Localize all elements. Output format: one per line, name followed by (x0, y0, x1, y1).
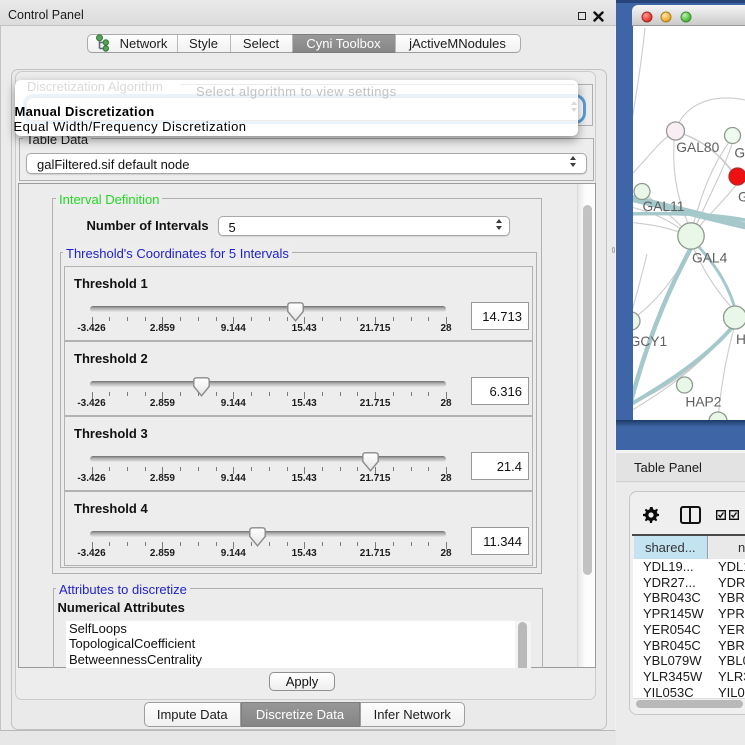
svg-text:H: H (736, 332, 745, 347)
svg-text:GAL11: GAL11 (643, 199, 685, 214)
svg-text:GCY1: GCY1 (633, 334, 667, 349)
svg-text:GAL80: GAL80 (676, 140, 719, 155)
svg-text:G: G (734, 146, 745, 161)
svg-text:G: G (738, 190, 745, 205)
svg-text:HAP2: HAP2 (685, 395, 721, 410)
svg-text:GAL4: GAL4 (692, 250, 728, 265)
